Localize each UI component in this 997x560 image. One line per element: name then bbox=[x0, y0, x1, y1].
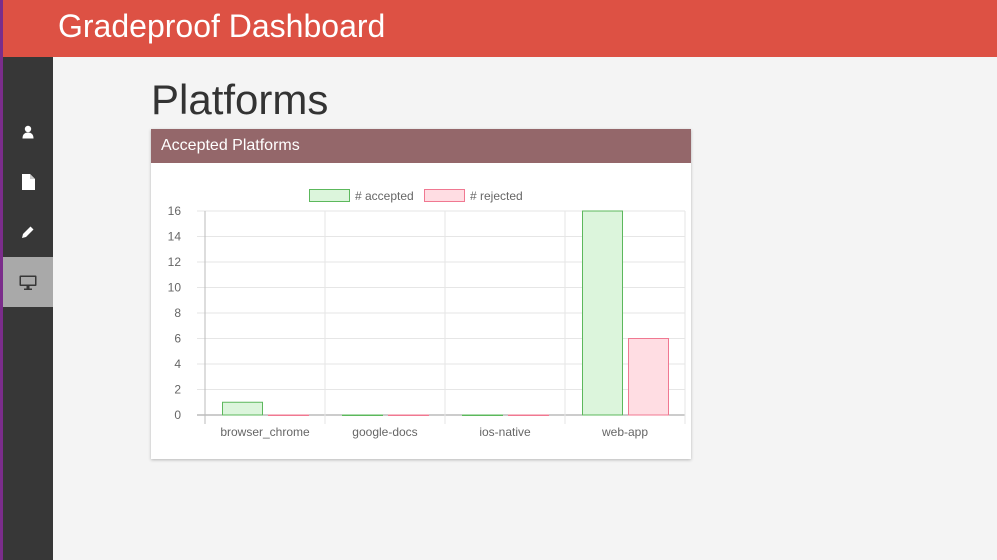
y-tick-label: 4 bbox=[174, 357, 181, 371]
bar-rejected-browser_chrome bbox=[268, 414, 309, 416]
bar-accepted-ios-native bbox=[462, 414, 503, 416]
accepted-platforms-chart: 0 2 4 6 8 10 12 14 16 browser_chrome google-docs io… bbox=[168, 189, 686, 439]
y-tick-label: 0 bbox=[174, 408, 181, 422]
desktop-icon bbox=[19, 275, 37, 290]
sidebar-item-edit[interactable] bbox=[3, 207, 53, 257]
y-tick-label: 8 bbox=[174, 306, 181, 320]
x-tick-label: web-app bbox=[601, 425, 648, 439]
y-tick-label: 10 bbox=[168, 281, 182, 295]
x-tick-label: ios-native bbox=[479, 425, 531, 439]
bar-rejected-google-docs bbox=[388, 414, 429, 416]
sidebar-item-users[interactable] bbox=[3, 107, 53, 157]
bar-rejected-ios-native bbox=[508, 414, 549, 416]
legend-swatch bbox=[424, 189, 465, 202]
y-tick-label: 2 bbox=[174, 383, 181, 397]
top-bar: Gradeproof Dashboard bbox=[3, 0, 997, 57]
sidebar bbox=[3, 57, 53, 560]
y-tick-label: 16 bbox=[168, 204, 182, 218]
y-tick-label: 12 bbox=[168, 255, 182, 269]
y-tick-label: 6 bbox=[174, 332, 181, 346]
user-icon bbox=[22, 125, 34, 139]
y-tick-label: 14 bbox=[168, 230, 182, 244]
page-title: Platforms bbox=[151, 76, 329, 123]
x-tick-label: google-docs bbox=[352, 425, 417, 439]
bar-rejected-web-app bbox=[628, 338, 669, 416]
legend-label: # rejected bbox=[470, 189, 523, 203]
bar-accepted-web-app bbox=[582, 210, 623, 416]
chart-panel: Accepted Platforms 0 2 4 6 8 10 12 14 16 browser_… bbox=[151, 129, 691, 459]
pencil-icon bbox=[22, 226, 34, 238]
legend-swatch bbox=[309, 189, 350, 202]
panel-title: Accepted Platforms bbox=[151, 129, 691, 163]
sidebar-item-documents[interactable] bbox=[3, 157, 53, 207]
sidebar-item-platforms[interactable] bbox=[3, 257, 53, 307]
x-tick-label: browser_chrome bbox=[220, 425, 310, 439]
app-title: Gradeproof Dashboard bbox=[58, 8, 386, 44]
file-icon bbox=[21, 174, 35, 190]
legend-label: # accepted bbox=[355, 189, 414, 203]
bar-accepted-browser_chrome bbox=[222, 401, 263, 416]
bar-accepted-google-docs bbox=[342, 414, 383, 416]
